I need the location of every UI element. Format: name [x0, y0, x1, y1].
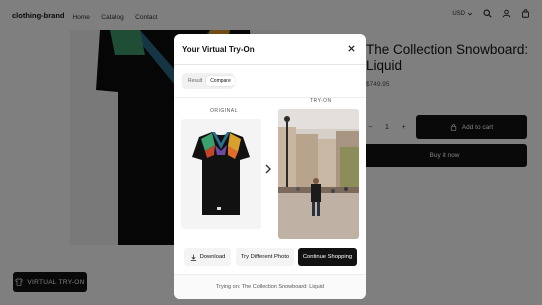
try-different-label: Try Different Photo — [240, 254, 290, 260]
trying-on-text: Trying on: The Collection Snowboard: Liq… — [216, 284, 324, 290]
close-icon[interactable] — [347, 44, 356, 53]
try-different-photo-button[interactable]: Try Different Photo — [236, 248, 294, 266]
original-image — [181, 119, 261, 229]
tab-result[interactable]: Result — [184, 76, 206, 86]
original-label: ORIGINAL — [210, 108, 238, 114]
modal-footer: Trying on: The Collection Snowboard: Liq… — [174, 274, 366, 299]
tryon-modal: Your Virtual Try-On Result Compare ORIGI… — [174, 34, 366, 299]
tab-compare[interactable]: Compare — [206, 76, 235, 86]
modal-header: Your Virtual Try-On — [174, 34, 366, 65]
continue-shopping-label: Continue Shopping — [302, 254, 353, 260]
divider — [174, 97, 366, 98]
modal-title: Your Virtual Try-On — [182, 44, 255, 54]
view-tabs: Result Compare — [182, 73, 235, 89]
chevron-right-icon[interactable] — [264, 163, 272, 175]
download-icon — [190, 254, 196, 261]
tryon-label: TRY-ON — [310, 98, 332, 104]
tryon-image — [278, 109, 359, 239]
download-button[interactable]: Download — [184, 248, 231, 266]
download-label: Download — [199, 254, 226, 260]
continue-shopping-button[interactable]: Continue Shopping — [298, 248, 357, 266]
